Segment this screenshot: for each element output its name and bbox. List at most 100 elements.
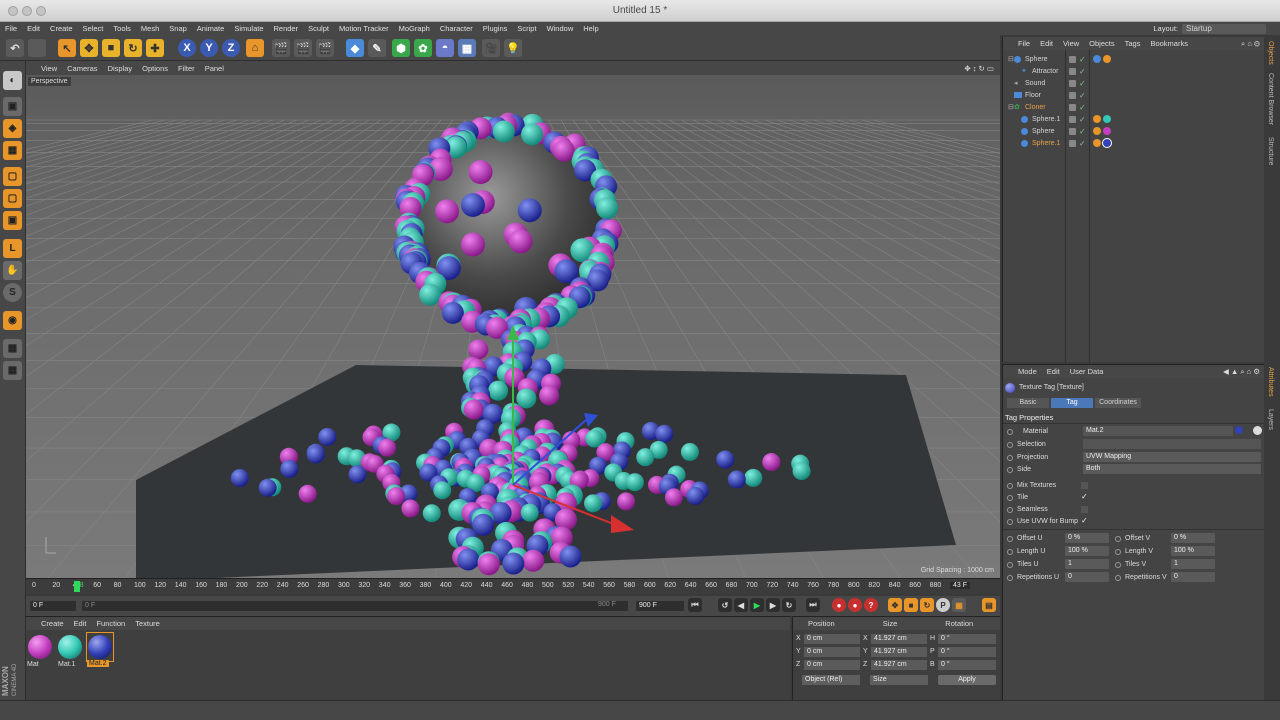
tiles-u-field[interactable]: 1 (1065, 559, 1109, 569)
selection-field[interactable] (1083, 439, 1261, 449)
subdivision-surface-icon[interactable]: ⬢ (392, 39, 410, 57)
material-reset-icon[interactable] (1253, 426, 1262, 435)
object-menu-bookmarks[interactable]: Bookmarks (1145, 39, 1193, 48)
perspective-viewport[interactable]: Perspective Grid Spacing : 1000 cm (26, 75, 1000, 578)
tab-coordinates[interactable]: Coordinates (1095, 398, 1141, 408)
object-row-sphere-2[interactable]: Sphere ✓ (1003, 125, 1265, 137)
menu-sculpt[interactable]: Sculpt (303, 24, 334, 33)
cube-primitive-icon[interactable]: ◆ (346, 39, 364, 57)
coord-mode-select[interactable]: Object (Rel) (802, 675, 860, 685)
side-tab-objects[interactable]: Objects (1267, 41, 1274, 65)
menu-tools[interactable]: Tools (108, 24, 136, 33)
snapping-icon[interactable]: S (3, 283, 22, 302)
next-key-icon[interactable]: ↻ (782, 598, 796, 612)
axis-mode-icon[interactable]: L (3, 239, 22, 258)
array-generator-icon[interactable]: ✿ (414, 39, 432, 57)
key-rotation-icon[interactable]: ↻ (920, 598, 934, 612)
object-row-attractor[interactable]: ✦ Attractor ✓ (1003, 65, 1265, 77)
length-u-field[interactable]: 100 % (1065, 546, 1109, 556)
offset-v-field[interactable]: 0 % (1171, 533, 1215, 543)
menu-select[interactable]: Select (78, 24, 109, 33)
coord-pos-z-field[interactable]: 0 cm (804, 660, 860, 670)
scale-tool-icon[interactable]: ■ (102, 39, 120, 57)
coord-pos-x-field[interactable]: 0 cm (804, 634, 860, 644)
deformer-icon[interactable]: ◓ (436, 39, 454, 57)
material-menu-edit[interactable]: Edit (69, 619, 92, 628)
object-search-icon[interactable]: ⌕ ⌂ ⚙ (1236, 39, 1264, 49)
coord-size-z-field[interactable]: 41.927 cm (871, 660, 927, 670)
camera-icon[interactable]: 🎥 (482, 39, 500, 57)
start-frame-field[interactable]: 0 F (30, 601, 76, 611)
key-param-icon[interactable]: P (936, 598, 950, 612)
side-tab-attributes[interactable]: Attributes (1267, 367, 1274, 397)
workplane-icon[interactable]: ▦ (3, 141, 22, 160)
key-pla-icon[interactable]: ▦ (952, 598, 966, 612)
light-icon[interactable]: 💡 (504, 39, 522, 57)
playhead-marker[interactable] (74, 581, 80, 592)
object-menu-edit[interactable]: Edit (1035, 39, 1058, 48)
y-axis-lock-button[interactable]: Y (200, 39, 218, 57)
material-item[interactable] (56, 632, 84, 662)
attr-nav-icons[interactable]: ◀ ▲ ⌕ ⌂ ⚙ (1218, 367, 1264, 377)
goto-start-icon[interactable]: ⏮ (688, 598, 702, 612)
projection-select[interactable]: UVW Mapping (1083, 452, 1261, 462)
coordinate-system-icon[interactable]: ⌂ (246, 39, 264, 57)
redo-icon[interactable] (28, 39, 46, 57)
goto-end-icon[interactable]: ⏭ (806, 598, 820, 612)
live-selection-icon[interactable]: ↖ (58, 39, 76, 57)
attr-menu-mode[interactable]: Mode (1013, 367, 1042, 376)
spline-pen-icon[interactable]: ✎ (368, 39, 386, 57)
menu-script[interactable]: Script (512, 24, 541, 33)
make-editable-icon[interactable]: ◐ (3, 71, 22, 90)
frame-range-slider[interactable]: 0 F (82, 601, 628, 611)
planar-workplane-icon[interactable]: ▦ (3, 361, 22, 380)
length-v-field[interactable]: 100 % (1171, 546, 1215, 556)
object-row-cloner[interactable]: ⊟ ✿ Cloner ✓ (1003, 101, 1265, 113)
viewport-menu-display[interactable]: Display (103, 64, 138, 73)
use-uvw-checkbox[interactable]: ✓ (1081, 516, 1088, 525)
autokey-icon[interactable]: ● (848, 598, 862, 612)
viewport-menu-cameras[interactable]: Cameras (62, 64, 102, 73)
viewport-menu-view[interactable]: View (36, 64, 62, 73)
menu-motion-tracker[interactable]: Motion Tracker (334, 24, 394, 33)
menu-plugins[interactable]: Plugins (478, 24, 513, 33)
menu-edit[interactable]: Edit (22, 24, 45, 33)
coord-rot-b-field[interactable]: 0 ° (938, 660, 996, 670)
side-select[interactable]: Both (1083, 464, 1261, 474)
apply-button[interactable]: Apply (938, 675, 996, 685)
key-position-icon[interactable]: ✥ (888, 598, 902, 612)
material-menu-create[interactable]: Create (36, 619, 69, 628)
object-row-sound[interactable]: ◂ Sound ✓ (1003, 77, 1265, 89)
transform-tool-icon[interactable]: ✚ (146, 39, 164, 57)
timeline-ruler[interactable]: 0204043608010012014016018020022024026028… (26, 578, 1000, 594)
object-menu-tags[interactable]: Tags (1120, 39, 1146, 48)
tab-tag[interactable]: Tag (1051, 398, 1093, 408)
material-menu-texture[interactable]: Texture (130, 619, 165, 628)
keyframe-selection-icon[interactable]: ? (864, 598, 878, 612)
tab-basic[interactable]: Basic (1007, 398, 1049, 408)
next-frame-icon[interactable]: ▶ (766, 598, 780, 612)
locked-workplane-icon[interactable]: ▦ (3, 339, 22, 358)
end-frame-field[interactable]: 900 F (636, 601, 684, 611)
render-settings-icon[interactable]: 🎬 (316, 39, 334, 57)
object-row-sphere-1[interactable]: Sphere.1 ✓ (1003, 113, 1265, 125)
offset-u-field[interactable]: 0 % (1065, 533, 1109, 543)
undo-icon[interactable]: ↶ (6, 39, 24, 57)
edges-mode-icon[interactable]: ▢ (3, 189, 22, 208)
prev-frame-icon[interactable]: ◀ (734, 598, 748, 612)
object-row-sphere-3-selected[interactable]: Sphere.1 ✓ (1003, 137, 1265, 149)
material-item[interactable] (26, 632, 54, 662)
object-row-floor[interactable]: Floor ✓ (1003, 89, 1265, 101)
material-menu-function[interactable]: Function (91, 619, 130, 628)
timeline-window-icon[interactable]: ▤ (982, 598, 996, 612)
rep-u-field[interactable]: 0 (1065, 572, 1109, 582)
menu-simulate[interactable]: Simulate (229, 24, 268, 33)
object-menu-objects[interactable]: Objects (1084, 39, 1119, 48)
move-tool-icon[interactable]: ✥ (80, 39, 98, 57)
material-item-selected[interactable] (86, 632, 114, 662)
coord-rot-p-field[interactable]: 0 ° (938, 647, 996, 657)
sculpt-brush-icon[interactable]: ◉ (3, 311, 22, 330)
menu-create[interactable]: Create (45, 24, 78, 33)
texture-mode-icon[interactable]: ◈ (3, 119, 22, 138)
side-tab-layers[interactable]: Layers (1267, 409, 1274, 430)
